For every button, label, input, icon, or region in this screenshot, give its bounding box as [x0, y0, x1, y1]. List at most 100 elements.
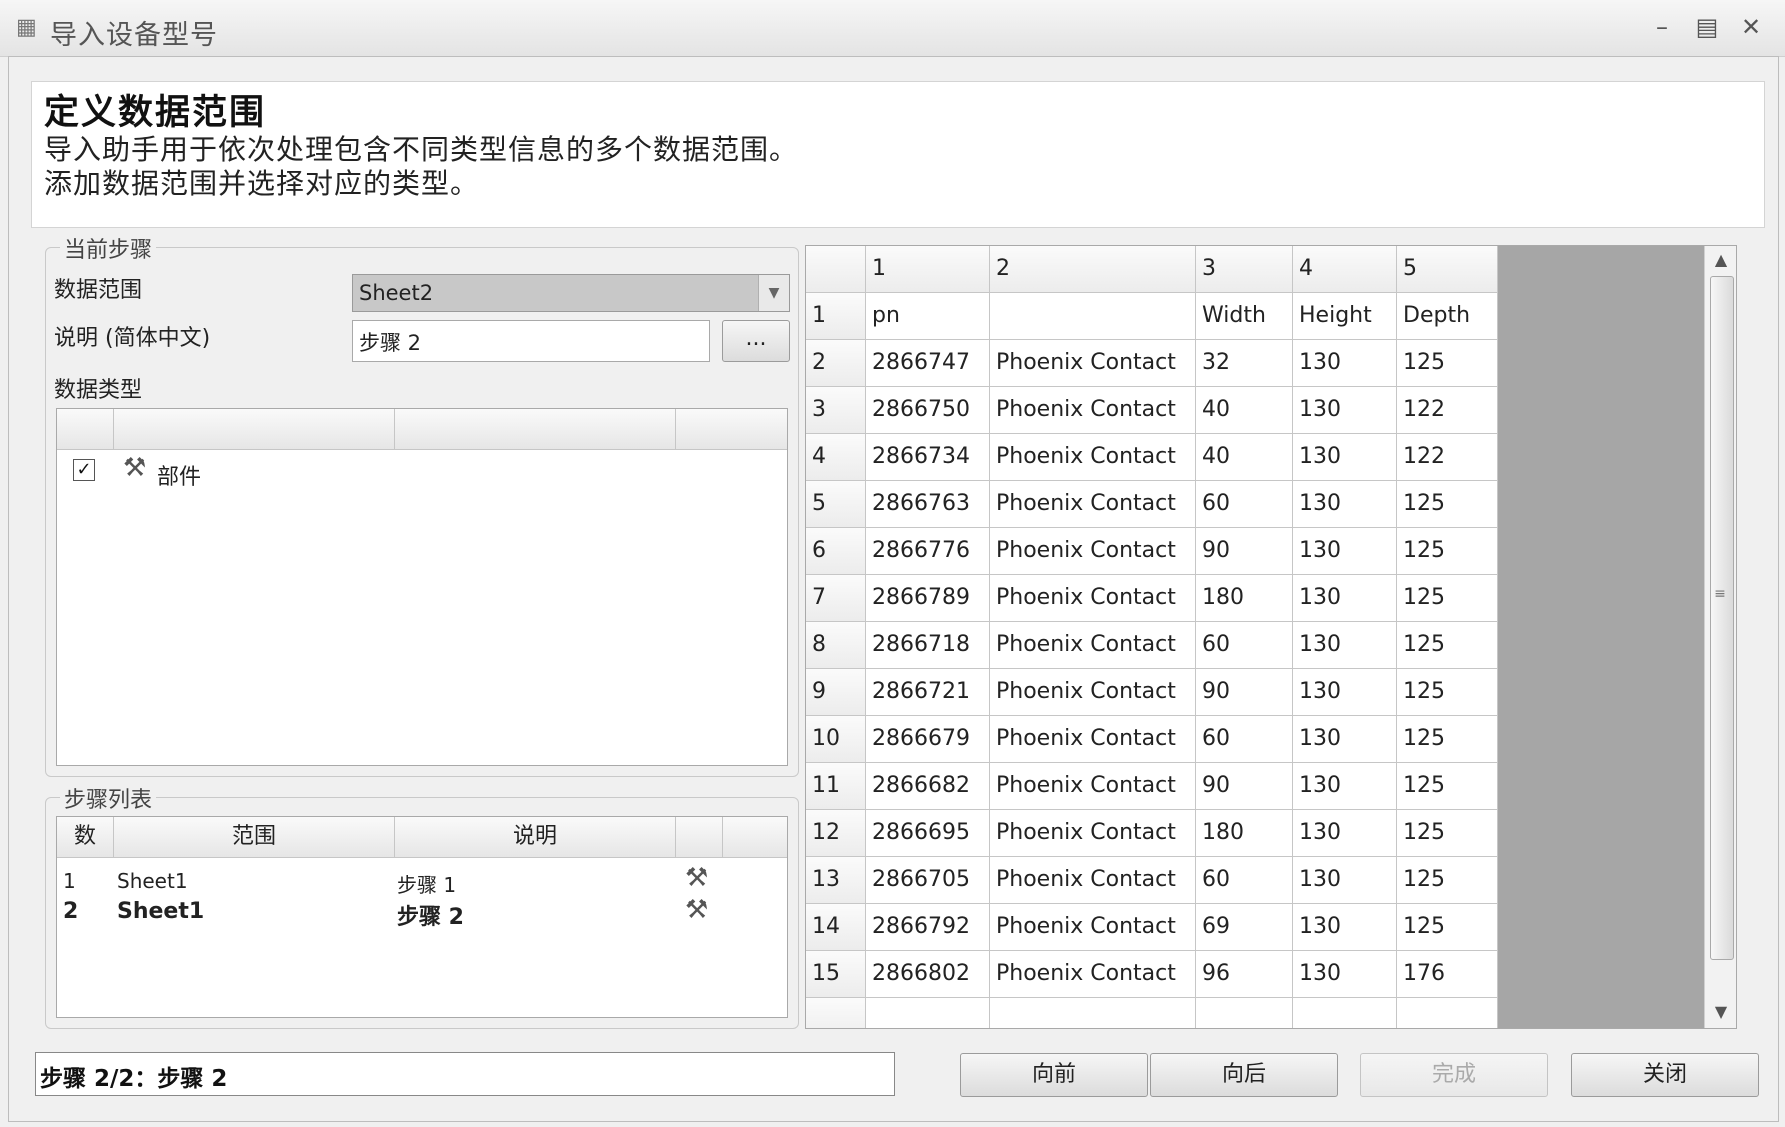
grid-cell: 125	[1397, 810, 1498, 857]
grid-row-header[interactable]: 7	[806, 575, 866, 622]
grid-cell: 40	[1196, 387, 1293, 434]
next-button[interactable]: 向后	[1150, 1053, 1338, 1097]
data-type-col-2	[395, 409, 676, 450]
grid-row-header[interactable]: 5	[806, 481, 866, 528]
grid-cell: 122	[1397, 434, 1498, 481]
close-button[interactable]: 关闭	[1571, 1053, 1759, 1097]
prev-button[interactable]: 向前	[960, 1053, 1148, 1097]
data-range-label: 数据范围	[54, 278, 143, 303]
maximize-icon[interactable]: ▤	[1690, 12, 1724, 42]
grid-cell-partial	[1397, 998, 1498, 1028]
browse-button[interactable]: ...	[722, 320, 790, 362]
grid-row-header[interactable]: 9	[806, 669, 866, 716]
grid-cell: Phoenix Contact	[990, 528, 1196, 575]
data-type-label: 数据类型	[54, 378, 143, 403]
grid-cell: 2866747	[866, 340, 990, 387]
grip-icon: ≡	[1714, 586, 1726, 602]
data-type-checkbox[interactable]: ✓	[73, 459, 95, 481]
chevron-down-icon[interactable]: ▼	[758, 275, 789, 311]
tools-icon[interactable]: ⚒	[685, 863, 708, 893]
grid-row-header[interactable]: 8	[806, 622, 866, 669]
description-input[interactable]: 步骤 2	[352, 320, 710, 362]
grid-cell: 125	[1397, 763, 1498, 810]
grid-cell: 122	[1397, 387, 1498, 434]
minimize-icon[interactable]: –	[1645, 12, 1679, 42]
data-type-col-1	[114, 409, 395, 450]
grid-cell-partial[interactable]	[806, 998, 866, 1028]
grid-row-header[interactable]: 15	[806, 951, 866, 998]
grid-row-header[interactable]: 11	[806, 763, 866, 810]
grid-cell: Phoenix Contact	[990, 669, 1196, 716]
grid-column-header[interactable]: 5	[1397, 246, 1498, 293]
grid-cell: Phoenix Contact	[990, 481, 1196, 528]
grid-cell: 125	[1397, 669, 1498, 716]
data-range-select[interactable]: Sheet2 ▼	[352, 274, 790, 312]
step-col-range[interactable]: 范围	[114, 817, 395, 858]
grid-cell: 130	[1293, 716, 1397, 763]
grid-cell: Height	[1293, 293, 1397, 340]
current-step-group-label: 当前步骤	[60, 232, 157, 264]
grid-row-header[interactable]: 2	[806, 340, 866, 387]
scrollbar-thumb[interactable]	[1710, 276, 1734, 960]
grid-cell-partial	[866, 998, 990, 1028]
grid-cell: 90	[1196, 528, 1293, 575]
grid-cell: 130	[1293, 528, 1397, 575]
grid-cell: Depth	[1397, 293, 1498, 340]
step-list-group: 步骤列表 数 范围 说明 1 Sheet1 步骤 1 ⚒ 2 Sheet1 步骤…	[45, 782, 799, 1029]
step-col-desc[interactable]: 说明	[395, 817, 676, 858]
grid-cell: 125	[1397, 904, 1498, 951]
step-list-group-label: 步骤列表	[60, 782, 157, 814]
vertical-scrollbar[interactable]: ▲ ≡ ▼	[1704, 246, 1736, 1028]
grid-row-header[interactable]: 13	[806, 857, 866, 904]
close-icon[interactable]: ✕	[1734, 12, 1768, 42]
finish-button[interactable]: 完成	[1360, 1053, 1548, 1097]
grid-cell: 60	[1196, 622, 1293, 669]
grid-cell: 125	[1397, 528, 1498, 575]
window-title: 导入设备型号	[50, 20, 218, 51]
grid-row-header[interactable]: 3	[806, 387, 866, 434]
grid-cell: 2866721	[866, 669, 990, 716]
step-col-num[interactable]: 数	[57, 817, 114, 858]
step-list-table: 数 范围 说明 1 Sheet1 步骤 1 ⚒ 2 Sheet1 步骤 2 ⚒	[56, 816, 788, 1018]
data-preview-grid: 1 2 3 4 5 1 pn Width Height Depth 2 2866747 Phoenix …	[805, 245, 1737, 1029]
grid-corner[interactable]	[806, 246, 866, 293]
grid-row-header[interactable]: 4	[806, 434, 866, 481]
grid-column-header[interactable]: 4	[1293, 246, 1397, 293]
grid-cell: 125	[1397, 575, 1498, 622]
grid-cell: 60	[1196, 716, 1293, 763]
grid-row-header[interactable]: 14	[806, 904, 866, 951]
scroll-down-icon[interactable]: ▼	[1705, 998, 1736, 1026]
grid-cell: Phoenix Contact	[990, 622, 1196, 669]
grid-cell: Phoenix Contact	[990, 716, 1196, 763]
grid-column-header[interactable]: 2	[990, 246, 1196, 293]
grid-row-header[interactable]: 12	[806, 810, 866, 857]
grid-column-header[interactable]: 1	[866, 246, 990, 293]
current-step-group: 当前步骤 数据范围 Sheet2 ▼ 说明 (简体中文) 步骤 2 ... 数据…	[45, 232, 799, 777]
grid-cell: pn	[866, 293, 990, 340]
status-bar: 步骤 2/2：步骤 2	[35, 1052, 895, 1096]
grid-cell	[990, 293, 1196, 340]
grid-row-header[interactable]: 1	[806, 293, 866, 340]
grid-cell: Phoenix Contact	[990, 340, 1196, 387]
grid-cell: 2866792	[866, 904, 990, 951]
grid-cell: 2866679	[866, 716, 990, 763]
grid-cell: 90	[1196, 669, 1293, 716]
grid-column-header[interactable]: 3	[1196, 246, 1293, 293]
grid-cell: 130	[1293, 669, 1397, 716]
grid-cell: 69	[1196, 904, 1293, 951]
grid-cell: 130	[1293, 622, 1397, 669]
grid-cell: 130	[1293, 763, 1397, 810]
header-description-line2: 添加数据范围并选择对应的类型。	[44, 167, 480, 200]
scroll-up-icon[interactable]: ▲	[1705, 246, 1736, 274]
grid-cell-partial	[990, 998, 1196, 1028]
grid-cell: Phoenix Contact	[990, 904, 1196, 951]
grid-cell: 130	[1293, 904, 1397, 951]
grid-row-header[interactable]: 10	[806, 716, 866, 763]
grid-cell: Phoenix Contact	[990, 951, 1196, 998]
data-type-item-label: 部件	[157, 465, 202, 490]
step-row-desc: 步骤 2	[397, 905, 464, 930]
grid-cell: 125	[1397, 716, 1498, 763]
tools-icon[interactable]: ⚒	[685, 895, 708, 925]
dialog-body: 定义数据范围 导入助手用于依次处理包含不同类型信息的多个数据范围。 添加数据范围…	[8, 56, 1779, 1122]
grid-row-header[interactable]: 6	[806, 528, 866, 575]
